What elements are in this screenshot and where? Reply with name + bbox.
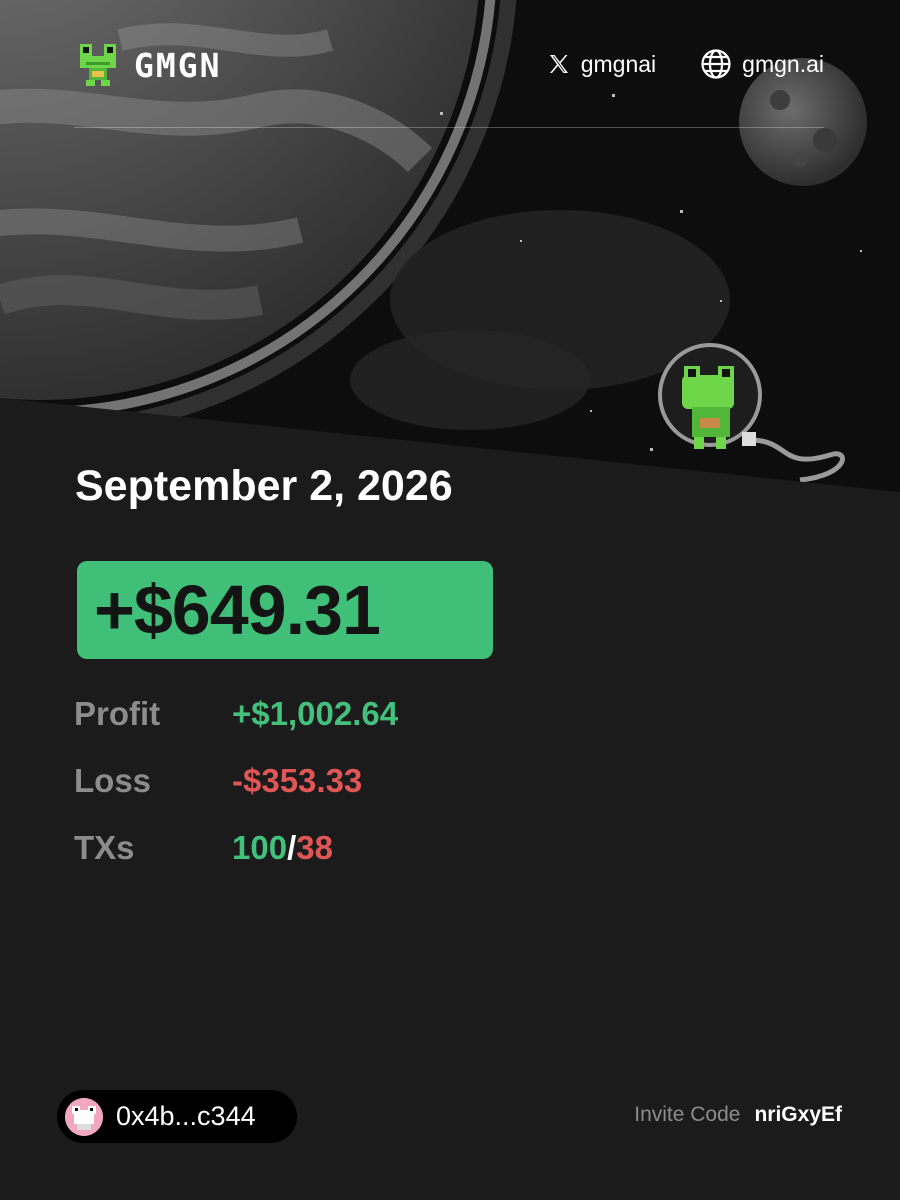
pnl-value: +$649.31 [94,571,381,649]
frog-logo-icon [80,44,116,86]
loss-label: Loss [74,762,152,799]
stat-row-txs: TXs 100/38 [74,829,574,896]
avatar [65,1097,103,1136]
profit-value: +$1,002.64 [232,695,399,732]
x-logo-icon [549,55,568,73]
header: GMGN gmgnai gmgn.ai [74,40,824,128]
wallet-address: 0x4b...c344 [116,1101,256,1131]
txs-value: 100/38 [232,829,333,867]
txs-label: TXs [74,829,135,866]
profit-label: Profit [74,695,161,732]
txs-separator: / [287,829,297,866]
report-date: September 2, 2026 [75,462,453,510]
invite-code: Invite Code nriGxyEf [634,1103,842,1127]
invite-label: Invite Code [634,1103,741,1126]
brand: GMGN [74,40,221,90]
x-handle: gmgnai [580,50,657,77]
txs-wins: 100 [232,829,288,866]
loss-value: -$353.33 [232,762,363,799]
brand-name: GMGN [134,45,222,85]
stat-row-loss: Loss -$353.33 [74,762,574,829]
stats-list: Profit +$1,002.64 Loss -$353.33 TXs 100/… [74,695,574,896]
website-link[interactable]: gmgn.ai [700,48,824,80]
globe-icon [701,49,731,79]
wallet-pill[interactable]: 0x4b...c344 [57,1090,297,1143]
x-handle-link[interactable]: gmgnai [547,51,656,78]
stat-row-profit: Profit +$1,002.64 [74,695,574,762]
social-links: gmgnai gmgn.ai [547,48,824,80]
pnl-badge: +$649.31 [77,561,493,659]
invite-code-value[interactable]: nriGxyEf [754,1103,842,1127]
pnl-share-card: GMGN gmgnai gmgn.ai September 2, 2026 +$… [0,0,900,1200]
website-url: gmgn.ai [742,50,824,77]
txs-losses: 38 [296,829,333,866]
